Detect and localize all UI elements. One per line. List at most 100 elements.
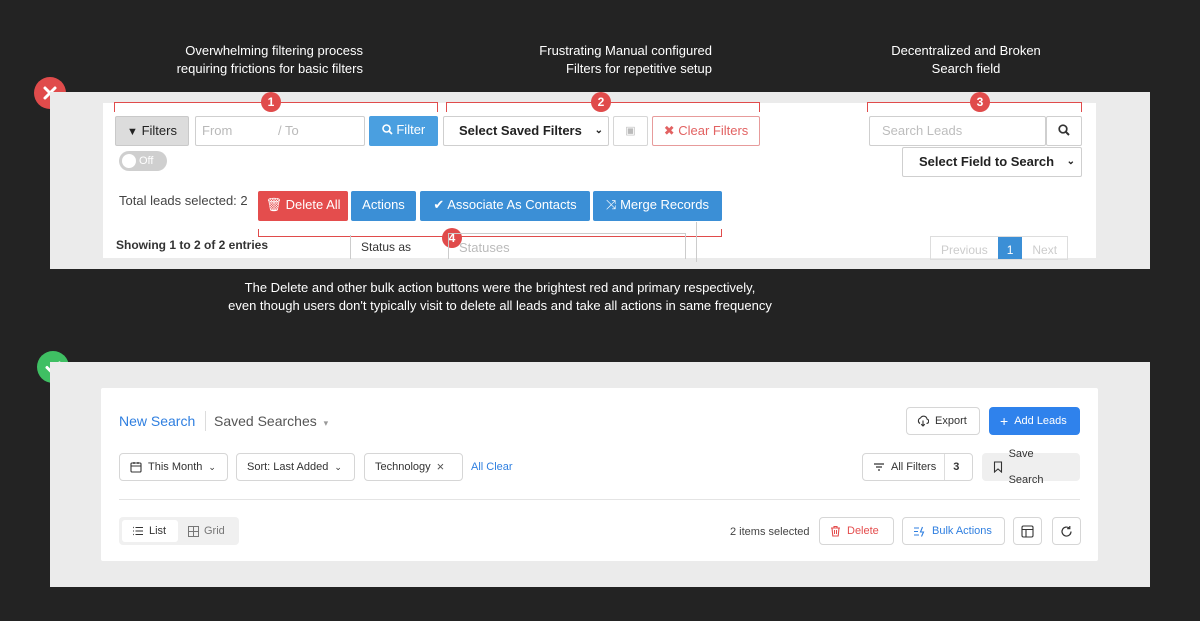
save-filter-button[interactable]: ▣ — [613, 116, 648, 146]
bookmark-icon — [993, 461, 1003, 473]
chevron-down-icon: ▾ — [323, 418, 329, 428]
pager-next[interactable]: Next — [1022, 237, 1067, 259]
filters-button[interactable]: ▼ Filters — [115, 116, 189, 146]
export-label: Export — [935, 415, 967, 427]
bulk-actions-label: Bulk Actions — [932, 525, 992, 537]
caption-1: Overwhelming filtering process requiring… — [60, 42, 363, 78]
date-filter-dropdown[interactable]: This Month ⌄ — [119, 453, 228, 481]
caption-3: Decentralized and Broken Search field — [866, 42, 1066, 78]
caption-bottom-line-2: even though users don't typically visit … — [228, 298, 772, 313]
save-search-label: Save Search — [1008, 448, 1044, 486]
search-icon — [1058, 124, 1070, 136]
saved-filters-label: Select Saved Filters — [459, 123, 582, 138]
sort-dropdown[interactable]: Sort: Last Added ⌄ — [236, 453, 355, 481]
statuses-input[interactable]: Statuses — [448, 233, 686, 259]
all-filters-button[interactable]: All Filters 3 — [862, 453, 973, 481]
grid-icon — [188, 525, 199, 537]
save-search-button[interactable]: Save Search — [982, 448, 1080, 486]
list-icon — [133, 526, 143, 536]
toggle-label: Off — [139, 155, 154, 167]
saved-filters-select[interactable]: Select Saved Filters ⌄ — [443, 116, 609, 146]
date-from: From — [202, 123, 233, 138]
calendar-icon — [130, 462, 142, 473]
actions-label: Actions — [362, 197, 405, 212]
caption-2-line-1: Frustrating Manual configured — [539, 43, 712, 58]
date-filter-label: This Month — [148, 461, 203, 473]
marker-2: 2 — [591, 92, 611, 112]
pager-previous[interactable]: Previous — [931, 237, 998, 259]
add-leads-button[interactable]: + Add Leads — [989, 407, 1080, 435]
delete-all-label: Delete All — [285, 197, 341, 212]
search-field-label: Select Field to Search — [919, 154, 1055, 169]
view-grid-label: Grid — [204, 525, 225, 537]
trash-icon: 🗑 — [265, 197, 282, 212]
actions-button[interactable]: Actions — [351, 191, 416, 221]
bulk-actions-button[interactable]: Bulk Actions — [902, 517, 1005, 545]
add-leads-label: Add Leads — [1014, 415, 1067, 427]
filter-button[interactable]: Filter — [369, 116, 438, 146]
all-filters-label: All Filters — [891, 461, 937, 473]
associate-contacts-button[interactable]: ✔ Associate As Contacts — [420, 191, 590, 221]
chevron-down-icon: ⌄ — [594, 125, 603, 136]
caption-1-line-1: Overwhelming filtering process — [185, 43, 363, 58]
caption-2: Frustrating Manual configured Filters fo… — [420, 42, 712, 78]
filter-toggle[interactable]: Off — [119, 151, 167, 171]
merge-label: Merge Records — [620, 197, 709, 212]
search-leads-input[interactable]: Search Leads — [869, 116, 1046, 146]
view-grid-button[interactable]: Grid — [188, 520, 225, 542]
items-selected-text: 2 items selected — [730, 526, 810, 538]
view-list-label: List — [149, 525, 167, 537]
clear-filters-button[interactable]: ✖ Clear Filters — [652, 116, 760, 146]
search-icon — [381, 124, 393, 135]
filter-lines-icon — [874, 463, 884, 471]
view-list-button[interactable]: List — [122, 520, 178, 542]
trash-icon — [831, 525, 840, 537]
close-icon[interactable]: × — [437, 454, 445, 480]
delete-label: Delete — [847, 525, 879, 537]
filter-count-badge: 3 — [944, 454, 959, 480]
search-button[interactable] — [1046, 116, 1082, 146]
table-settings-button[interactable] — [1013, 517, 1042, 545]
shuffle-icon: ⤨ — [606, 197, 617, 212]
times-icon: ✖ — [663, 123, 675, 138]
divider — [696, 222, 697, 262]
bulk-icon — [914, 526, 925, 537]
sort-label: Sort: Last Added — [247, 461, 329, 473]
refresh-button[interactable] — [1052, 517, 1081, 545]
merge-records-button[interactable]: ⤨ Merge Records — [593, 191, 722, 221]
chevron-down-icon: ⌄ — [334, 462, 342, 472]
caption-bottom-line-1: The Delete and other bulk action buttons… — [244, 280, 756, 295]
caption-2-line-2: Filters for repetitive setup — [566, 61, 712, 76]
search-field-select[interactable]: Select Field to Search ⌄ — [902, 147, 1082, 177]
export-button[interactable]: Export — [906, 407, 980, 435]
new-search-link[interactable]: New Search — [119, 413, 195, 429]
marker-3: 3 — [970, 92, 990, 112]
plus-icon: + — [1000, 413, 1009, 429]
table-icon — [1021, 524, 1034, 538]
download-icon — [917, 415, 929, 427]
tag-label: Technology — [375, 461, 431, 473]
clear-filters-label: Clear Filters — [678, 123, 749, 138]
search-placeholder: Search Leads — [882, 123, 963, 138]
filter-tag-technology[interactable]: Technology × — [364, 453, 463, 481]
divider — [205, 411, 206, 431]
refresh-icon — [1061, 525, 1072, 537]
date-to: / To — [277, 123, 299, 138]
caption-1-line-2: requiring frictions for basic filters — [176, 61, 363, 76]
pagination: Previous 1 Next — [930, 236, 1069, 260]
showing-entries-text: Showing 1 to 2 of 2 entries — [116, 238, 269, 252]
total-selected-text: Total leads selected: 2 — [119, 193, 248, 208]
filters-button-label: Filters — [141, 123, 177, 138]
delete-all-button[interactable]: 🗑 Delete All — [258, 191, 348, 221]
caption-bottom: The Delete and other bulk action buttons… — [200, 279, 800, 315]
chevron-down-icon: ⌄ — [208, 462, 216, 472]
divider — [119, 499, 1080, 500]
delete-button[interactable]: Delete — [819, 517, 894, 545]
checkmark-icon: ✔ — [433, 197, 445, 212]
associate-label: Associate As Contacts — [447, 197, 577, 212]
all-clear-link[interactable]: All Clear — [471, 461, 513, 473]
save-icon: ▣ — [625, 125, 636, 137]
date-range-input[interactable]: From / To — [195, 116, 365, 146]
pager-current[interactable]: 1 — [997, 237, 1023, 259]
saved-searches-dropdown[interactable]: Saved Searches ▾ — [214, 413, 328, 429]
